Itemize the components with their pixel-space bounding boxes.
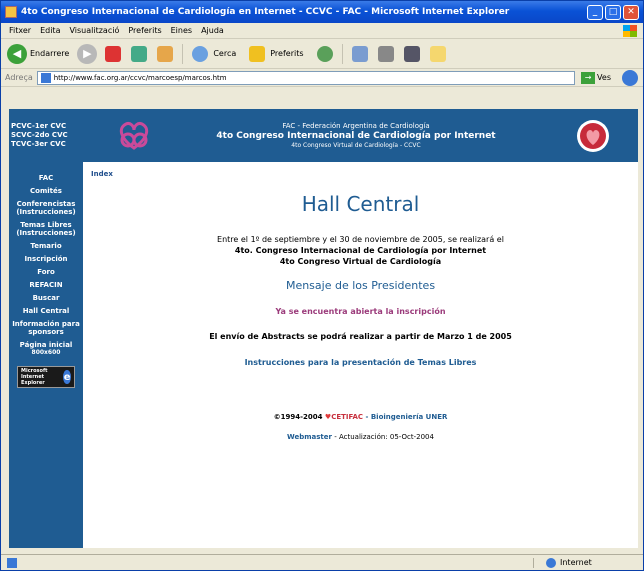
copyright-text: ©1994-2004 xyxy=(273,413,323,421)
search-button[interactable]: Cerca xyxy=(213,49,236,58)
banner-title: FAC - Federación Argentina de Cardiologí… xyxy=(164,121,548,151)
search-icon[interactable] xyxy=(192,45,209,62)
abstracts-notice: El envío de Abstracts se podrá realizar … xyxy=(209,332,512,341)
link-tcvc[interactable]: TCVC-3er CVC xyxy=(11,140,104,149)
sidebar-item-temario[interactable]: Temario xyxy=(30,242,61,250)
webmaster-link[interactable]: Webmaster xyxy=(287,433,332,441)
windows-logo-icon xyxy=(623,24,637,37)
sidebar-item-conferencistas[interactable]: Conferencistas (Instrucciones) xyxy=(9,200,83,216)
globe-icon xyxy=(546,557,556,568)
instrucciones-link[interactable]: Instrucciones para la presentación de Te… xyxy=(83,358,638,367)
bioingenieria-link[interactable]: Bioingeniería UNER xyxy=(371,413,448,421)
ccvc-logo-icon xyxy=(104,118,164,154)
toolbar-divider xyxy=(341,43,343,64)
menu-edita[interactable]: Edita xyxy=(40,26,60,35)
menu-eines[interactable]: Eines xyxy=(171,26,192,35)
refresh-icon[interactable] xyxy=(131,45,148,62)
sidebar-item-hall-central[interactable]: Hall Central xyxy=(23,307,70,315)
menu-bar: Fitxer Edita Visualització Preferits Ein… xyxy=(1,23,643,39)
maximize-button[interactable]: □ xyxy=(605,4,621,20)
link-scvc[interactable]: SCVC-2do CVC xyxy=(11,131,104,140)
sidebar-nav: FAC Comités Conferencistas (Instruccione… xyxy=(9,162,83,548)
intro-line3: 4to Congreso Virtual de Cardiología xyxy=(279,257,442,266)
sidebar-item-comites[interactable]: Comités xyxy=(30,187,62,195)
heart-logo-icon xyxy=(548,118,638,154)
sidebar-item-foro[interactable]: Foro xyxy=(37,268,55,276)
mensaje-presidentes-link[interactable]: Mensaje de los Presidentes xyxy=(83,279,638,292)
favorites-star-icon[interactable] xyxy=(249,45,266,62)
banner-line1: FAC - Federación Argentina de Cardiologí… xyxy=(282,121,430,130)
title-bar[interactable]: 4to Congreso Internacional de Cardiologí… xyxy=(1,1,643,23)
banner-line2: 4to Congreso Internacional de Cardiologí… xyxy=(216,130,496,141)
footer-update: Webmaster - Actualización: 05-Oct-2004 xyxy=(83,433,638,441)
go-button[interactable]: → Ves xyxy=(581,71,611,84)
sidebar-item-temas-libres[interactable]: Temas Libres (Instrucciones) xyxy=(9,221,83,237)
sidebar-item-sponsors[interactable]: Información para sponsors xyxy=(9,320,83,336)
ie-app-icon xyxy=(5,6,17,18)
window-title: 4to Congreso Internacional de Cardiologí… xyxy=(21,7,510,17)
ie-badge-label: Microsoft Internet Explorer xyxy=(21,368,48,386)
address-input[interactable]: http://www.fac.org.ar/ccvc/marcoesp/marc… xyxy=(36,70,576,85)
address-url[interactable]: http://www.fac.org.ar/ccvc/marcoesp/marc… xyxy=(54,74,227,82)
sidebar-item-resolution[interactable]: 800x600 xyxy=(32,349,61,357)
intro-line1: Entre el 1º de septiembre y el 30 de nov… xyxy=(217,235,504,244)
menu-fitxer[interactable]: Fitxer xyxy=(9,26,31,35)
edit-icon[interactable] xyxy=(403,45,420,62)
browser-window: 4to Congreso Internacional de Cardiologí… xyxy=(0,0,644,571)
toolbar-divider xyxy=(182,43,184,64)
close-button[interactable]: ✕ xyxy=(623,4,639,20)
page-status-icon xyxy=(7,557,17,568)
ie-badge[interactable]: Microsoft Internet Explorer e xyxy=(17,366,75,388)
menu-preferits[interactable]: Preferits xyxy=(128,26,161,35)
go-arrow-icon[interactable]: → xyxy=(581,71,596,84)
menu-ajuda[interactable]: Ajuda xyxy=(201,26,224,35)
intro-line2: 4to. Congreso Internacional de Cardiolog… xyxy=(234,246,487,255)
security-zone: Internet xyxy=(533,557,643,568)
main-content: Index Hall Central Entre el 1º de septie… xyxy=(83,162,638,548)
address-label: Adreça xyxy=(5,73,33,82)
update-date: - Actualización: 05-Oct-2004 xyxy=(331,433,434,441)
sidebar-item-refacin[interactable]: REFACIN xyxy=(29,281,62,289)
link-pcvc[interactable]: PCVC-1er CVC xyxy=(11,122,104,131)
page-title: Hall Central xyxy=(301,192,420,216)
banner-congress-links: PCVC-1er CVC SCVC-2do CVC TCVC-3er CVC xyxy=(9,122,104,149)
zone-label: Internet xyxy=(560,558,592,567)
favorites-button[interactable]: Preferits xyxy=(270,49,303,58)
page-body: FAC Comités Conferencistas (Instruccione… xyxy=(9,162,638,548)
minimize-button[interactable]: _ xyxy=(587,4,603,20)
ie-logo-icon: e xyxy=(63,370,71,384)
sidebar-item-buscar[interactable]: Buscar xyxy=(33,294,60,302)
sidebar-item-fac[interactable]: FAC xyxy=(39,174,54,182)
address-bar: Adreça http://www.fac.org.ar/ccvc/marcoe… xyxy=(1,69,643,87)
menu-visualitzacio[interactable]: Visualització xyxy=(69,26,119,35)
cetifac-link[interactable]: CETIFAC xyxy=(331,413,363,421)
home-icon[interactable] xyxy=(157,45,174,62)
folder-icon[interactable] xyxy=(429,45,446,62)
stop-icon[interactable] xyxy=(105,45,122,62)
inscripcion-abierta-link[interactable]: Ya se encuentra abierta la inscripción xyxy=(83,307,638,316)
history-icon[interactable] xyxy=(316,45,333,62)
status-bar: Internet xyxy=(1,554,643,570)
site-banner: PCVC-1er CVC SCVC-2do CVC TCVC-3er CVC F… xyxy=(9,109,638,162)
footer-copyright: ©1994-2004 ♥CETIFAC - Bioingeniería UNER xyxy=(83,413,638,421)
banner-line3: 4to Congreso Virtual de Cardiología - CC… xyxy=(291,141,421,149)
page-icon xyxy=(40,72,51,83)
back-arrow-icon[interactable]: ◀ xyxy=(7,43,27,64)
footer-separator: - xyxy=(363,413,371,421)
forward-arrow-icon[interactable]: ▶ xyxy=(77,43,98,64)
index-link[interactable]: Index xyxy=(91,170,113,178)
page-viewport: PCVC-1er CVC SCVC-2do CVC TCVC-3er CVC F… xyxy=(9,109,638,548)
go-label[interactable]: Ves xyxy=(597,73,611,82)
links-icon[interactable] xyxy=(622,69,638,86)
print-icon[interactable] xyxy=(377,45,394,62)
toolbar: ◀ Endarrere ▶ Cerca Preferits xyxy=(1,39,643,69)
intro-text: Entre el 1º de septiembre y el 30 de nov… xyxy=(83,234,638,267)
mail-icon[interactable] xyxy=(351,45,368,62)
back-button[interactable]: Endarrere xyxy=(30,49,69,58)
sidebar-item-pagina-inicial[interactable]: Página inicial xyxy=(20,341,73,349)
sidebar-item-inscripcion[interactable]: Inscripción xyxy=(24,255,67,263)
